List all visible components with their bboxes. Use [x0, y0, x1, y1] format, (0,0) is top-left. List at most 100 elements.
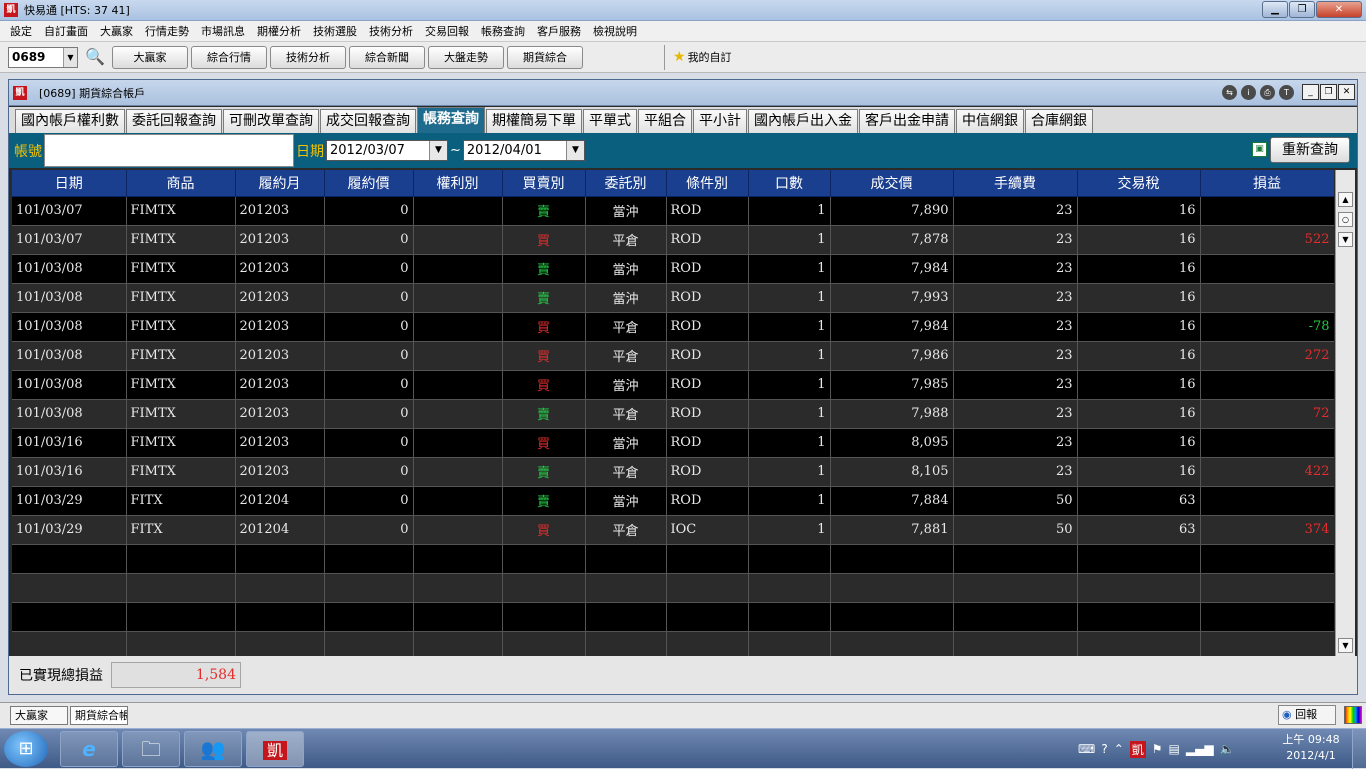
chevron-down-icon[interactable]: ▼	[429, 141, 447, 160]
date-from-picker[interactable]: 2012/03/07 ▼	[326, 140, 448, 161]
close-button[interactable]: ✕	[1316, 1, 1362, 18]
date-to-picker[interactable]: 2012/04/01 ▼	[462, 140, 585, 161]
tab-4[interactable]: 帳務查詢	[417, 107, 485, 133]
tab-6[interactable]: 平單式	[583, 109, 637, 133]
menu-item-4[interactable]: 市場訊息	[195, 23, 251, 39]
report-button[interactable]: ◉ 回報	[1278, 705, 1336, 725]
messenger-icon[interactable]: 👥	[184, 731, 242, 767]
menu-item-2[interactable]: 大贏家	[94, 23, 139, 39]
table-row[interactable]: 101/03/08 FIMTX 201203 0 買平倉 ROD 1 7,984 23 16 -78	[12, 312, 1334, 342]
keyboard-icon[interactable]: ⌨	[1078, 742, 1095, 756]
table-row[interactable]: 101/03/08 FIMTX 201203 0 賣平倉 ROD 1 7,988 23 16 72	[12, 399, 1334, 429]
scroll-center-icon[interactable]: ○	[1338, 212, 1353, 227]
menu-item-0[interactable]: 設定	[4, 23, 38, 39]
tab-1[interactable]: 委託回報查詢	[126, 109, 222, 133]
column-header-0[interactable]: 日期	[12, 170, 127, 197]
menu-item-9[interactable]: 帳務查詢	[475, 23, 531, 39]
tab-7[interactable]: 平組合	[638, 109, 692, 133]
tab-11[interactable]: 中信網銀	[956, 109, 1024, 133]
column-header-7[interactable]: 條件別	[666, 170, 749, 197]
column-header-11[interactable]: 交易稅	[1077, 170, 1201, 197]
stock-code-select[interactable]: 0689 ▼	[8, 46, 78, 68]
color-palette-icon[interactable]	[1344, 706, 1362, 724]
vertical-scrollbar[interactable]: ▲ ○ ▼ ▼	[1335, 170, 1355, 656]
table-row[interactable]: 101/03/16 FIMTX 201203 0 買當沖 ROD 1 8,095 23 16	[12, 428, 1334, 458]
network-icon[interactable]: ▂▄▆	[1186, 742, 1214, 756]
show-desktop-button[interactable]	[1352, 729, 1366, 769]
toolbar-button-0[interactable]: 大贏家	[112, 45, 188, 69]
window-close-button[interactable]: ✕	[1338, 84, 1355, 100]
scroll-top-icon[interactable]: ▲	[1338, 192, 1353, 207]
requery-button[interactable]: 重新查詢	[1270, 137, 1350, 163]
tab-10[interactable]: 客戶出金申請	[859, 109, 955, 133]
menu-item-3[interactable]: 行情走勢	[139, 23, 195, 39]
flag-icon[interactable]: ⚑	[1152, 742, 1163, 756]
toolbar-button-5[interactable]: 期貨綜合	[507, 45, 583, 69]
column-header-8[interactable]: 口數	[748, 170, 831, 197]
task-tab-winner[interactable]: 大贏家	[10, 706, 68, 725]
column-header-6[interactable]: 委託別	[585, 170, 667, 197]
help-icon[interactable]: ?	[1101, 742, 1107, 756]
column-header-10[interactable]: 手續費	[953, 170, 1078, 197]
table-row[interactable]: 101/03/29 FITX 201204 0 買平倉 IOC 1 7,881 50 63 374	[12, 515, 1334, 545]
menu-item-11[interactable]: 檢視說明	[587, 23, 643, 39]
chevron-down-icon[interactable]: ▼	[565, 141, 584, 160]
window-restore-button[interactable]: ❐	[1320, 84, 1337, 100]
tab-5[interactable]: 期權簡易下單	[486, 109, 582, 133]
toolbar-button-1[interactable]: 綜合行情	[191, 45, 267, 69]
table-row[interactable]: 101/03/07 FIMTX 201203 0 買平倉 ROD 1 7,878 23 16 522	[12, 225, 1334, 255]
favorites-link[interactable]: 我的自訂	[688, 49, 732, 65]
menu-item-7[interactable]: 技術分析	[363, 23, 419, 39]
system-clock[interactable]: 上午 09:48 2012/4/1	[1276, 732, 1346, 764]
table-row[interactable]: 101/03/08 FIMTX 201203 0 賣當沖 ROD 1 7,993 23 16	[12, 283, 1334, 313]
device-icon[interactable]: ▤	[1169, 742, 1180, 756]
table-row[interactable]: 101/03/08 FIMTX 201203 0 賣當沖 ROD 1 7,984 23 16	[12, 254, 1334, 284]
column-header-9[interactable]: 成交價	[830, 170, 954, 197]
text-icon[interactable]: T	[1279, 85, 1294, 100]
file-explorer-icon[interactable]: 🗀	[122, 731, 180, 767]
toolbar-button-3[interactable]: 綜合新聞	[349, 45, 425, 69]
scroll-down-icon[interactable]: ▼	[1338, 638, 1353, 653]
tab-8[interactable]: 平小計	[693, 109, 747, 133]
column-header-3[interactable]: 履約價	[324, 170, 414, 197]
windows-start-icon[interactable]: ⊞	[4, 731, 48, 767]
link-icon[interactable]: ⇆	[1222, 85, 1237, 100]
table-row[interactable]: 101/03/16 FIMTX 201203 0 賣平倉 ROD 1 8,105 23 16 422	[12, 457, 1334, 487]
table-row[interactable]: 101/03/07 FIMTX 201203 0 賣當沖 ROD 1 7,890 23 16	[12, 196, 1334, 226]
column-header-1[interactable]: 商品	[126, 170, 236, 197]
trading-tray-icon[interactable]: 凱	[1129, 740, 1146, 758]
task-tab-futures-account[interactable]: 期貨綜合帳戶	[70, 706, 128, 725]
print-icon[interactable]: ⎙	[1260, 85, 1275, 100]
internet-explorer-icon[interactable]: e	[60, 731, 118, 767]
search-icon[interactable]: 🔍	[84, 46, 106, 68]
menu-item-1[interactable]: 自訂畫面	[38, 23, 94, 39]
menu-item-5[interactable]: 期權分析	[251, 23, 307, 39]
volume-icon[interactable]: 🔈	[1220, 742, 1235, 756]
column-header-4[interactable]: 權利別	[413, 170, 503, 197]
toolbar-button-2[interactable]: 技術分析	[270, 45, 346, 69]
tab-0[interactable]: 國內帳戶權利數	[15, 109, 125, 133]
minimize-button[interactable]: ▁	[1262, 1, 1288, 18]
menu-item-6[interactable]: 技術選股	[307, 23, 363, 39]
window-minimize-button[interactable]: _	[1302, 84, 1319, 100]
column-header-2[interactable]: 履約月	[235, 170, 325, 197]
trading-app-icon[interactable]: 凱	[246, 731, 304, 767]
table-row[interactable]: 101/03/29 FITX 201204 0 賣當沖 ROD 1 7,884 50 63	[12, 486, 1334, 516]
tab-12[interactable]: 合庫網銀	[1025, 109, 1093, 133]
tray-arrow-icon[interactable]: ⌃	[1114, 742, 1124, 756]
account-input[interactable]	[44, 134, 294, 167]
table-row[interactable]: 101/03/08 FIMTX 201203 0 買平倉 ROD 1 7,986 23 16 272	[12, 341, 1334, 371]
tab-2[interactable]: 可刪改單查詢	[223, 109, 319, 133]
menu-item-10[interactable]: 客戶服務	[531, 23, 587, 39]
maximize-button[interactable]: ❐	[1289, 1, 1315, 18]
tab-3[interactable]: 成交回報查詢	[320, 109, 416, 133]
info-icon[interactable]: i	[1241, 85, 1256, 100]
chevron-down-icon[interactable]: ▼	[63, 47, 77, 67]
export-icon[interactable]: ▣	[1252, 142, 1267, 157]
column-header-12[interactable]: 損益	[1200, 170, 1334, 197]
toolbar-button-4[interactable]: 大盤走勢	[428, 45, 504, 69]
column-header-5[interactable]: 買賣別	[502, 170, 586, 197]
menu-item-8[interactable]: 交易回報	[419, 23, 475, 39]
table-row[interactable]: 101/03/08 FIMTX 201203 0 買當沖 ROD 1 7,985 23 16	[12, 370, 1334, 400]
scroll-bottom-icon[interactable]: ▼	[1338, 232, 1353, 247]
